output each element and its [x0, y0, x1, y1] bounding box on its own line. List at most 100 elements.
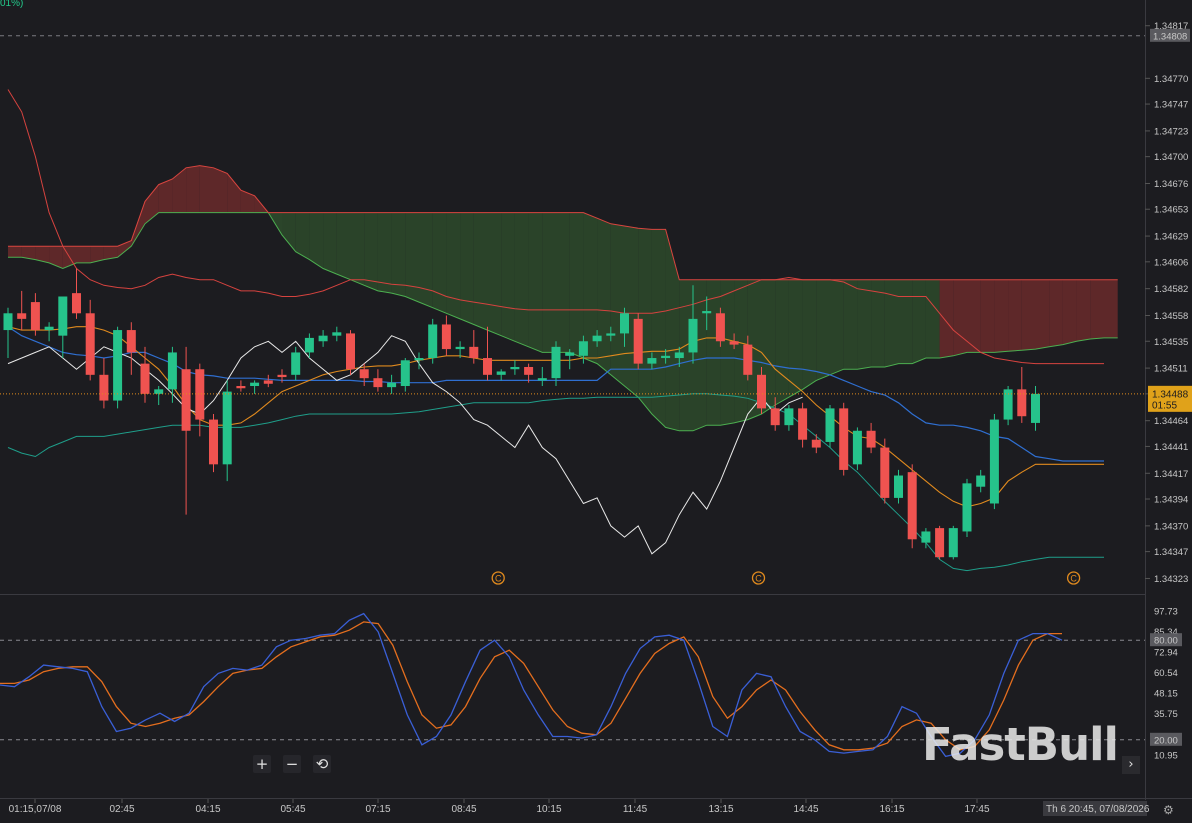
candle-body[interactable]	[359, 369, 369, 379]
candle-body[interactable]	[154, 389, 164, 394]
candle-body[interactable]	[126, 330, 136, 353]
candle-body[interactable]	[72, 293, 81, 314]
candle-body[interactable]	[729, 341, 739, 345]
candle-body[interactable]	[496, 371, 506, 375]
candle-body[interactable]	[606, 333, 616, 336]
candle-body[interactable]	[757, 374, 766, 409]
candle-body[interactable]	[852, 430, 862, 465]
candle-body[interactable]	[880, 447, 890, 498]
price-tick-label: 1.34441	[1154, 442, 1188, 453]
change-percent: 01%)	[0, 0, 24, 9]
candle-body[interactable]	[770, 408, 780, 426]
candle-body[interactable]	[332, 332, 342, 336]
candle-body[interactable]	[209, 419, 218, 465]
candle-body[interactable]	[167, 352, 177, 390]
candle-body[interactable]	[387, 382, 397, 388]
kumo-segment	[1090, 279, 1104, 340]
scroll-right-button[interactable]: ›	[1122, 756, 1140, 774]
kumo-segment	[199, 165, 214, 213]
kumo-segment	[1104, 279, 1118, 338]
candle-body[interactable]	[291, 352, 301, 375]
candle-body[interactable]	[537, 378, 547, 381]
time-tick-label: 13:15	[708, 804, 733, 815]
candle-body[interactable]	[441, 324, 451, 350]
candle-body[interactable]	[304, 337, 314, 353]
kumo-segment	[282, 212, 296, 252]
kumo-segment	[487, 212, 502, 336]
candle-body[interactable]	[976, 475, 986, 487]
candle-body[interactable]	[894, 475, 903, 498]
candle-body[interactable]	[250, 382, 260, 387]
candle-body[interactable]	[688, 318, 698, 353]
candle-body[interactable]	[935, 528, 945, 558]
candle-body[interactable]	[400, 360, 410, 387]
candle-body[interactable]	[620, 313, 629, 334]
candle-body[interactable]	[743, 344, 753, 375]
time-tick-label: 16:15	[879, 804, 904, 815]
chart-canvas[interactable]: CCC 1.348171.347701.347471.347231.347001…	[0, 0, 1192, 823]
zoom-in-button[interactable]: +	[253, 755, 271, 773]
candle-body[interactable]	[222, 391, 232, 465]
time-tick-label: 05:45	[280, 804, 305, 815]
candle-body[interactable]	[469, 346, 479, 359]
candle-body[interactable]	[551, 346, 561, 379]
candle-body[interactable]	[633, 318, 643, 364]
candle-body[interactable]	[277, 374, 287, 378]
candle-body[interactable]	[17, 313, 27, 319]
candle-body[interactable]	[346, 333, 355, 370]
candle-body[interactable]	[483, 358, 492, 375]
candle-body[interactable]	[318, 335, 328, 342]
candle-body[interactable]	[1031, 393, 1040, 423]
candle-body[interactable]	[866, 430, 876, 448]
price-tick-label: 1.34700	[1154, 152, 1188, 163]
candle-body[interactable]	[647, 358, 657, 364]
candle-body[interactable]	[565, 352, 575, 356]
candle-body[interactable]	[113, 330, 123, 401]
zoom-out-button[interactable]: −	[283, 755, 301, 773]
candle-body[interactable]	[140, 363, 150, 394]
kumo-segment	[8, 246, 22, 258]
kumo-segment	[501, 212, 515, 342]
gear-icon[interactable]: ⚙	[1163, 803, 1174, 817]
candle-body[interactable]	[85, 313, 95, 375]
kumo-segment	[336, 212, 351, 280]
candle-body[interactable]	[989, 419, 999, 504]
candle-body[interactable]	[524, 366, 534, 375]
candle-body[interactable]	[3, 313, 13, 331]
candle-body[interactable]	[181, 369, 191, 431]
candle-body[interactable]	[715, 313, 725, 342]
time-tick-label: 11:45	[623, 804, 648, 815]
candle-body[interactable]	[702, 311, 712, 314]
candle-body[interactable]	[784, 408, 794, 426]
candle-body[interactable]	[195, 369, 205, 420]
candle-body[interactable]	[99, 374, 109, 401]
candle-body[interactable]	[373, 378, 383, 388]
candle-body[interactable]	[962, 483, 972, 532]
kumo-segment	[186, 165, 200, 213]
candle-body[interactable]	[592, 335, 602, 342]
candle-body[interactable]	[1017, 389, 1027, 417]
candle-body[interactable]	[907, 472, 917, 540]
kumo-segment	[884, 279, 899, 367]
candle-body[interactable]	[428, 324, 438, 359]
candle-body[interactable]	[948, 528, 958, 558]
kumo-segment	[213, 167, 228, 213]
candle-body[interactable]	[30, 302, 40, 331]
countdown-timer: 01:55	[1152, 400, 1177, 411]
candle-body[interactable]	[58, 296, 68, 336]
candle-body[interactable]	[578, 341, 588, 356]
reset-chart-button[interactable]: ⟲	[313, 755, 331, 773]
candle-body[interactable]	[414, 358, 424, 361]
candle-body[interactable]	[455, 346, 465, 350]
candle-body[interactable]	[798, 408, 808, 440]
candle-body[interactable]	[236, 386, 246, 389]
candle-body[interactable]	[674, 352, 684, 359]
candle-body[interactable]	[263, 380, 273, 384]
candle-body[interactable]	[661, 355, 671, 359]
candle-body[interactable]	[825, 408, 835, 442]
candle-body[interactable]	[44, 326, 54, 331]
candle-body[interactable]	[811, 439, 821, 448]
candle-body[interactable]	[839, 408, 849, 470]
candle-body[interactable]	[510, 366, 520, 370]
candle-body[interactable]	[921, 531, 931, 543]
